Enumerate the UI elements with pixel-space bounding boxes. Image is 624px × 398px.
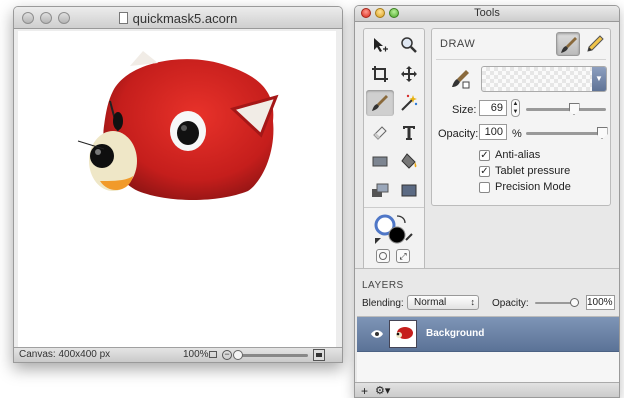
opacity-field[interactable]: 100	[479, 124, 507, 140]
layer-opacity-knob[interactable]	[570, 298, 580, 307]
text-tool[interactable]	[395, 119, 423, 145]
stroke-color-well	[388, 226, 406, 244]
document-file-icon	[118, 12, 128, 24]
crop-tool[interactable]	[366, 61, 394, 87]
four-arrow-icon	[401, 66, 417, 82]
default-colors-icon	[375, 238, 381, 244]
eraser-icon	[373, 126, 387, 140]
rectangle-icon	[372, 156, 388, 167]
crop-icon	[372, 66, 388, 82]
color-wells[interactable]	[372, 213, 416, 245]
opacity-slider-knob[interactable]	[596, 127, 608, 139]
text-icon	[403, 126, 415, 140]
zoom-slider[interactable]	[233, 350, 308, 360]
tool-grid: ⤢	[363, 28, 425, 272]
eraser-tool[interactable]	[366, 119, 394, 145]
tools-titlebar[interactable]: Tools	[355, 6, 619, 22]
rectangle-tool[interactable]	[366, 148, 394, 174]
zoom-slider-knob[interactable]	[233, 350, 243, 360]
draw-header: DRAW	[440, 38, 476, 50]
size-label: Size:	[452, 104, 477, 116]
size-stepper[interactable]: ▲ ▼	[511, 99, 520, 117]
layer-opacity-field[interactable]: 100%	[586, 295, 615, 310]
tool-grid-separator	[364, 207, 424, 208]
opacity-slider[interactable]	[526, 127, 608, 139]
image-canvas[interactable]	[18, 31, 336, 347]
document-title: quickmask5.acorn	[14, 11, 342, 26]
blending-mode-select[interactable]: Normal	[407, 295, 479, 310]
opacity-unit: %	[512, 128, 522, 140]
canvas-size-label: Canvas: 400x400 px	[19, 349, 111, 360]
document-title-text: quickmask5.acorn	[132, 11, 238, 26]
eye-icon[interactable]	[371, 330, 383, 338]
layers-panel: LAYERS Blending: Normal Opacity: 100% Ba…	[355, 268, 619, 397]
eyedropper-icon	[405, 233, 413, 241]
layers-title: LAYERS	[362, 280, 404, 291]
precision-mode-label: Precision Mode	[495, 181, 571, 193]
swap-colors-icon	[396, 215, 406, 224]
shape-icon	[401, 184, 417, 197]
tablet-pressure-label: Tablet pressure	[495, 165, 571, 177]
blending-label: Blending:	[362, 298, 404, 309]
paint-bucket-icon	[401, 153, 417, 169]
zoom-percentage: 100%	[183, 349, 209, 360]
document-status-bar: Canvas: 400x400 px 100% −	[14, 347, 342, 362]
select-move-tool[interactable]	[366, 32, 394, 58]
brush-icon	[372, 95, 388, 111]
layer-actions-gear-icon[interactable]: ⚙▾	[375, 383, 390, 397]
arrow-cursor-icon	[374, 38, 388, 52]
layers-list: Background	[357, 316, 619, 382]
opacity-label: Opacity:	[438, 128, 479, 140]
layer-name: Background	[426, 328, 485, 339]
magnifier-icon	[401, 37, 417, 53]
tools-title: Tools	[474, 7, 500, 19]
zoom-tool[interactable]	[395, 32, 423, 58]
draw-separator	[436, 59, 606, 60]
layer-opacity-label: Opacity:	[492, 298, 529, 309]
layers-footer: + ⚙▾	[355, 382, 619, 397]
anti-alias-label: Anti-alias	[495, 149, 541, 161]
paint-bucket-tool[interactable]	[395, 148, 423, 174]
tablet-pressure-checkbox-row[interactable]: ✓ Tablet pressure	[479, 165, 570, 177]
draw-options-panel: DRAW ▼ Size: 69 ▲ ▼ Opacity: 100 % ✓ Anti…	[431, 28, 611, 206]
brush-picker[interactable]: ▼	[481, 66, 607, 92]
pencil-mode-button[interactable]	[583, 32, 607, 56]
move-tool[interactable]	[395, 61, 423, 87]
brush-picker-arrow-icon[interactable]: ▼	[592, 67, 606, 91]
zoom-small-icon[interactable]	[209, 351, 217, 358]
anti-alias-checkbox[interactable]: ✓	[479, 149, 490, 161]
size-slider-knob[interactable]	[568, 103, 580, 115]
gradient-tool[interactable]	[366, 177, 394, 203]
size-slider[interactable]	[526, 103, 606, 115]
quickmask-off-button[interactable]	[376, 249, 390, 263]
brush-mode-button[interactable]	[556, 32, 580, 56]
zoom-out-icon[interactable]: −	[222, 350, 232, 360]
tablet-pressure-checkbox[interactable]: ✓	[479, 165, 490, 177]
fullscreen-icon[interactable]: ⤢	[396, 249, 410, 263]
add-layer-button[interactable]: +	[361, 383, 368, 397]
size-field[interactable]: 69	[479, 100, 507, 116]
gradient-icon	[372, 183, 389, 197]
document-window: quickmask5.acorn Canvas: 400x400 px 100%…	[13, 6, 343, 363]
shape-tool[interactable]	[395, 177, 423, 203]
document-titlebar[interactable]: quickmask5.acorn	[14, 7, 342, 29]
layer-opacity-slider[interactable]	[535, 298, 580, 307]
precision-mode-checkbox-row[interactable]: Precision Mode	[479, 181, 571, 193]
brush-preview-icon	[452, 70, 470, 89]
canvas-image	[77, 51, 279, 200]
magic-wand-tool[interactable]	[395, 90, 423, 116]
precision-mode-checkbox[interactable]	[479, 181, 490, 193]
fit-to-window-button[interactable]	[313, 349, 325, 361]
pencil-icon	[587, 35, 604, 52]
anti-alias-checkbox-row[interactable]: ✓ Anti-alias	[479, 149, 540, 161]
magic-wand-icon	[401, 94, 418, 111]
brush-tool[interactable]	[366, 90, 394, 116]
tools-palette: Tools ⤢ DRAW ▼ Size: 69 ▲ ▼ Opacity: 100…	[354, 5, 620, 398]
brush-icon	[561, 37, 577, 53]
layer-row[interactable]: Background	[357, 317, 619, 352]
layer-thumbnail	[389, 320, 417, 348]
